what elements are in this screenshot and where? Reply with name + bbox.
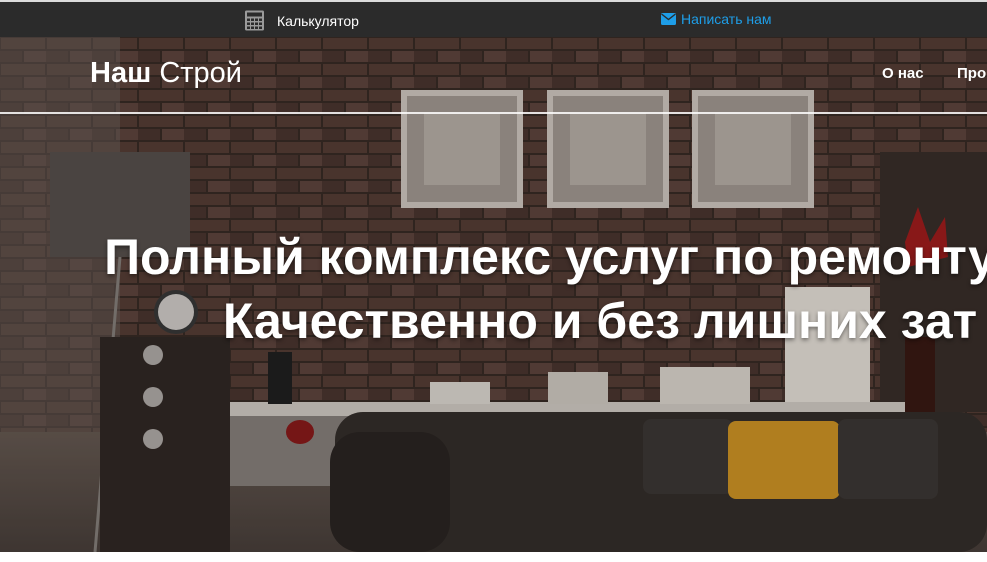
hero-headline-line-1: Полный комплекс услуг по ремонту xyxy=(104,229,987,285)
calculator-link[interactable]: Калькулятор xyxy=(244,10,359,31)
brand-text: Строй xyxy=(159,57,242,89)
calculator-icon xyxy=(245,10,264,31)
write-us-label: Написать нам xyxy=(681,11,772,27)
hero-section: Наш Строй О нас Про Полный комплекс услу… xyxy=(0,37,987,552)
brand-bold-text: Наш xyxy=(90,57,152,89)
write-us-link[interactable]: Написать нам xyxy=(661,11,772,27)
hero-headline: Полный комплекс услуг по ремонту Качеств… xyxy=(0,225,987,353)
main-navbar: Наш Строй О нас Про xyxy=(0,37,987,114)
calculator-label: Калькулятор xyxy=(277,12,359,29)
top-bar: Калькулятор Написать нам xyxy=(0,0,987,37)
site-logo[interactable]: Наш Строй xyxy=(90,57,242,90)
envelope-icon xyxy=(661,13,676,25)
hero-headline-line-2: Качественно и без лишних зат xyxy=(222,293,978,349)
nav-item-projects[interactable]: Про xyxy=(957,65,986,82)
nav-item-about[interactable]: О нас xyxy=(882,65,924,82)
